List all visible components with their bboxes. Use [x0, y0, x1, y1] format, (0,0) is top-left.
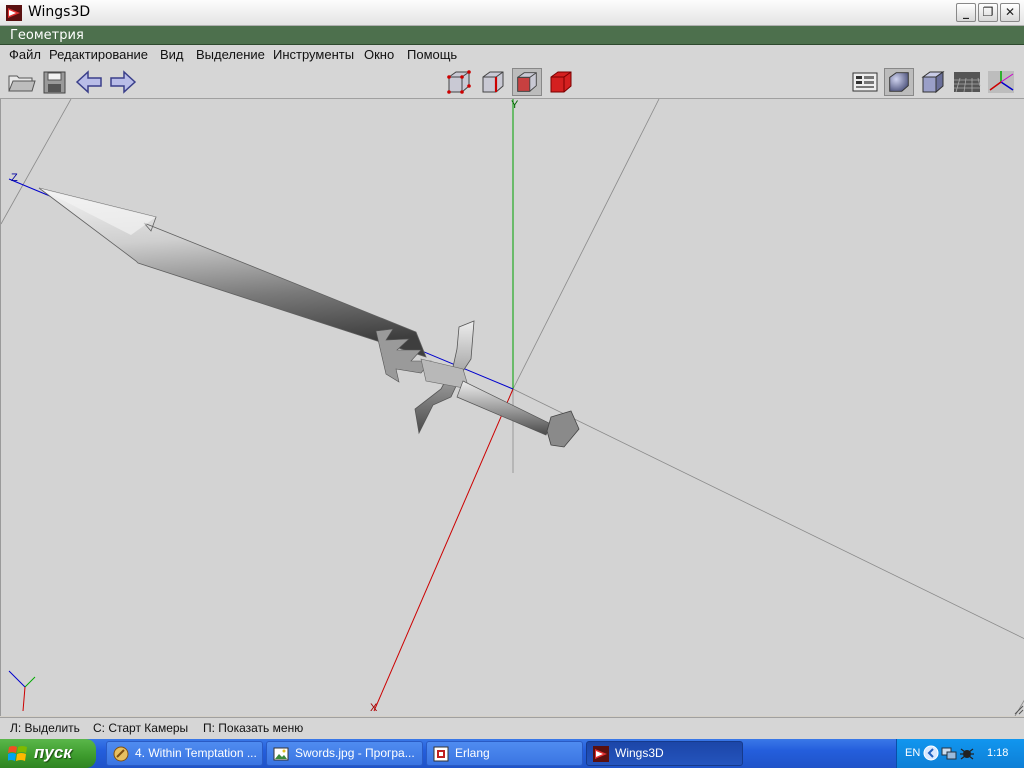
task-media-player[interactable]: 4. Within Temptation ... — [106, 741, 263, 766]
axes-button[interactable] — [986, 68, 1016, 96]
vertex-select-button[interactable] — [444, 68, 474, 96]
status-bar: Л: Выделить С: Старт Камеры П: Показать … — [0, 717, 1024, 739]
sword-model[interactable] — [38, 187, 580, 448]
status-right-click: П: Показать меню — [203, 721, 304, 735]
menu-help[interactable]: Помощь — [407, 45, 457, 65]
mini-axis-gizmo — [8, 670, 36, 712]
task-label: Wings3D — [615, 746, 664, 760]
smooth-shading-button[interactable] — [884, 68, 914, 96]
ground-grid-button[interactable] — [952, 68, 982, 96]
scene-canvas[interactable]: Y Z X — [1, 99, 1024, 716]
windows-logo-icon — [8, 746, 27, 761]
flat-shading-button[interactable] — [918, 68, 948, 96]
menu-file[interactable]: Файл — [9, 45, 41, 65]
media-player-icon — [113, 746, 129, 762]
window-title: Wings3D — [28, 4, 91, 20]
clock[interactable]: 1:18 — [987, 747, 1008, 759]
start-button[interactable]: пуск — [0, 739, 96, 768]
system-tray: EN 1:18 — [896, 739, 1024, 768]
smooth-shade-icon — [889, 72, 909, 92]
windows-taskbar: пуск 4. Within Temptation ... Swords.jpg… — [0, 739, 1024, 768]
maximize-button[interactable]: ❐ — [978, 3, 998, 22]
outliner-icon — [852, 72, 878, 92]
geometry-viewport[interactable]: Y Z X — [0, 99, 1024, 716]
menu-window[interactable]: Окно — [364, 45, 394, 65]
redo-button[interactable] — [108, 68, 138, 96]
outliner-button[interactable] — [850, 68, 880, 96]
wings3d-icon — [593, 746, 609, 762]
menu-view[interactable]: Вид — [160, 45, 184, 65]
body-select-icon — [550, 71, 572, 93]
erlang-icon — [433, 746, 449, 762]
grid-line — [1, 99, 72, 225]
resize-grip-icon[interactable] — [1014, 705, 1024, 715]
menu-tools[interactable]: Инструменты — [273, 45, 354, 65]
z-axis-label: Z — [11, 172, 18, 184]
grid-line — [512, 388, 1024, 639]
edge-select-icon — [482, 71, 504, 93]
antivirus-spider-icon[interactable] — [959, 745, 975, 761]
geometry-window-title: Геометрия — [0, 26, 1024, 45]
undo-button[interactable] — [74, 68, 104, 96]
redo-arrow-icon — [110, 70, 137, 94]
task-label: Erlang — [455, 746, 490, 760]
menu-edit[interactable]: Редактирование — [49, 45, 148, 65]
x-axis-label: X — [370, 702, 378, 714]
axes-icon — [988, 71, 1014, 93]
body-select-button[interactable] — [546, 68, 576, 96]
open-icon — [8, 75, 36, 92]
undo-arrow-icon — [75, 70, 102, 94]
network-icon[interactable] — [941, 745, 957, 761]
task-image-viewer[interactable]: Swords.jpg - Програ... — [266, 741, 423, 766]
task-wings3d[interactable]: Wings3D — [586, 741, 743, 766]
menu-bar: Файл Редактирование Вид Выделение Инстру… — [0, 45, 1024, 65]
vertex-select-icon — [447, 70, 471, 94]
face-select-icon — [517, 72, 537, 92]
image-viewer-icon — [273, 747, 289, 761]
x-axis-line — [373, 388, 514, 712]
y-axis-label: Y — [511, 99, 519, 111]
window-title-bar: Wings3D _ ❐ ✕ — [0, 0, 1024, 26]
status-left-click: Л: Выделить — [10, 721, 80, 735]
task-erlang[interactable]: Erlang — [426, 741, 583, 766]
task-label: 4. Within Temptation ... — [135, 746, 257, 760]
face-select-button[interactable] — [512, 68, 542, 96]
open-button[interactable] — [6, 68, 36, 96]
tray-expand-icon[interactable] — [923, 745, 939, 761]
toolbar — [0, 65, 1024, 99]
minimize-button[interactable]: _ — [956, 3, 976, 22]
status-middle-click: С: Старт Камеры — [93, 721, 189, 735]
save-icon — [43, 71, 66, 94]
save-button[interactable] — [40, 68, 70, 96]
geometry-label: Геометрия — [10, 28, 84, 43]
close-button[interactable]: ✕ — [1000, 3, 1020, 22]
wings3d-app-icon[interactable] — [6, 5, 22, 21]
task-label: Swords.jpg - Програ... — [295, 746, 415, 760]
start-label: пуск — [34, 743, 72, 762]
menu-select[interactable]: Выделение — [196, 45, 265, 65]
flat-shade-icon — [921, 71, 945, 94]
grid-line — [512, 99, 660, 390]
language-indicator[interactable]: EN — [905, 747, 920, 759]
ground-grid-icon — [954, 72, 981, 93]
edge-select-button[interactable] — [478, 68, 508, 96]
